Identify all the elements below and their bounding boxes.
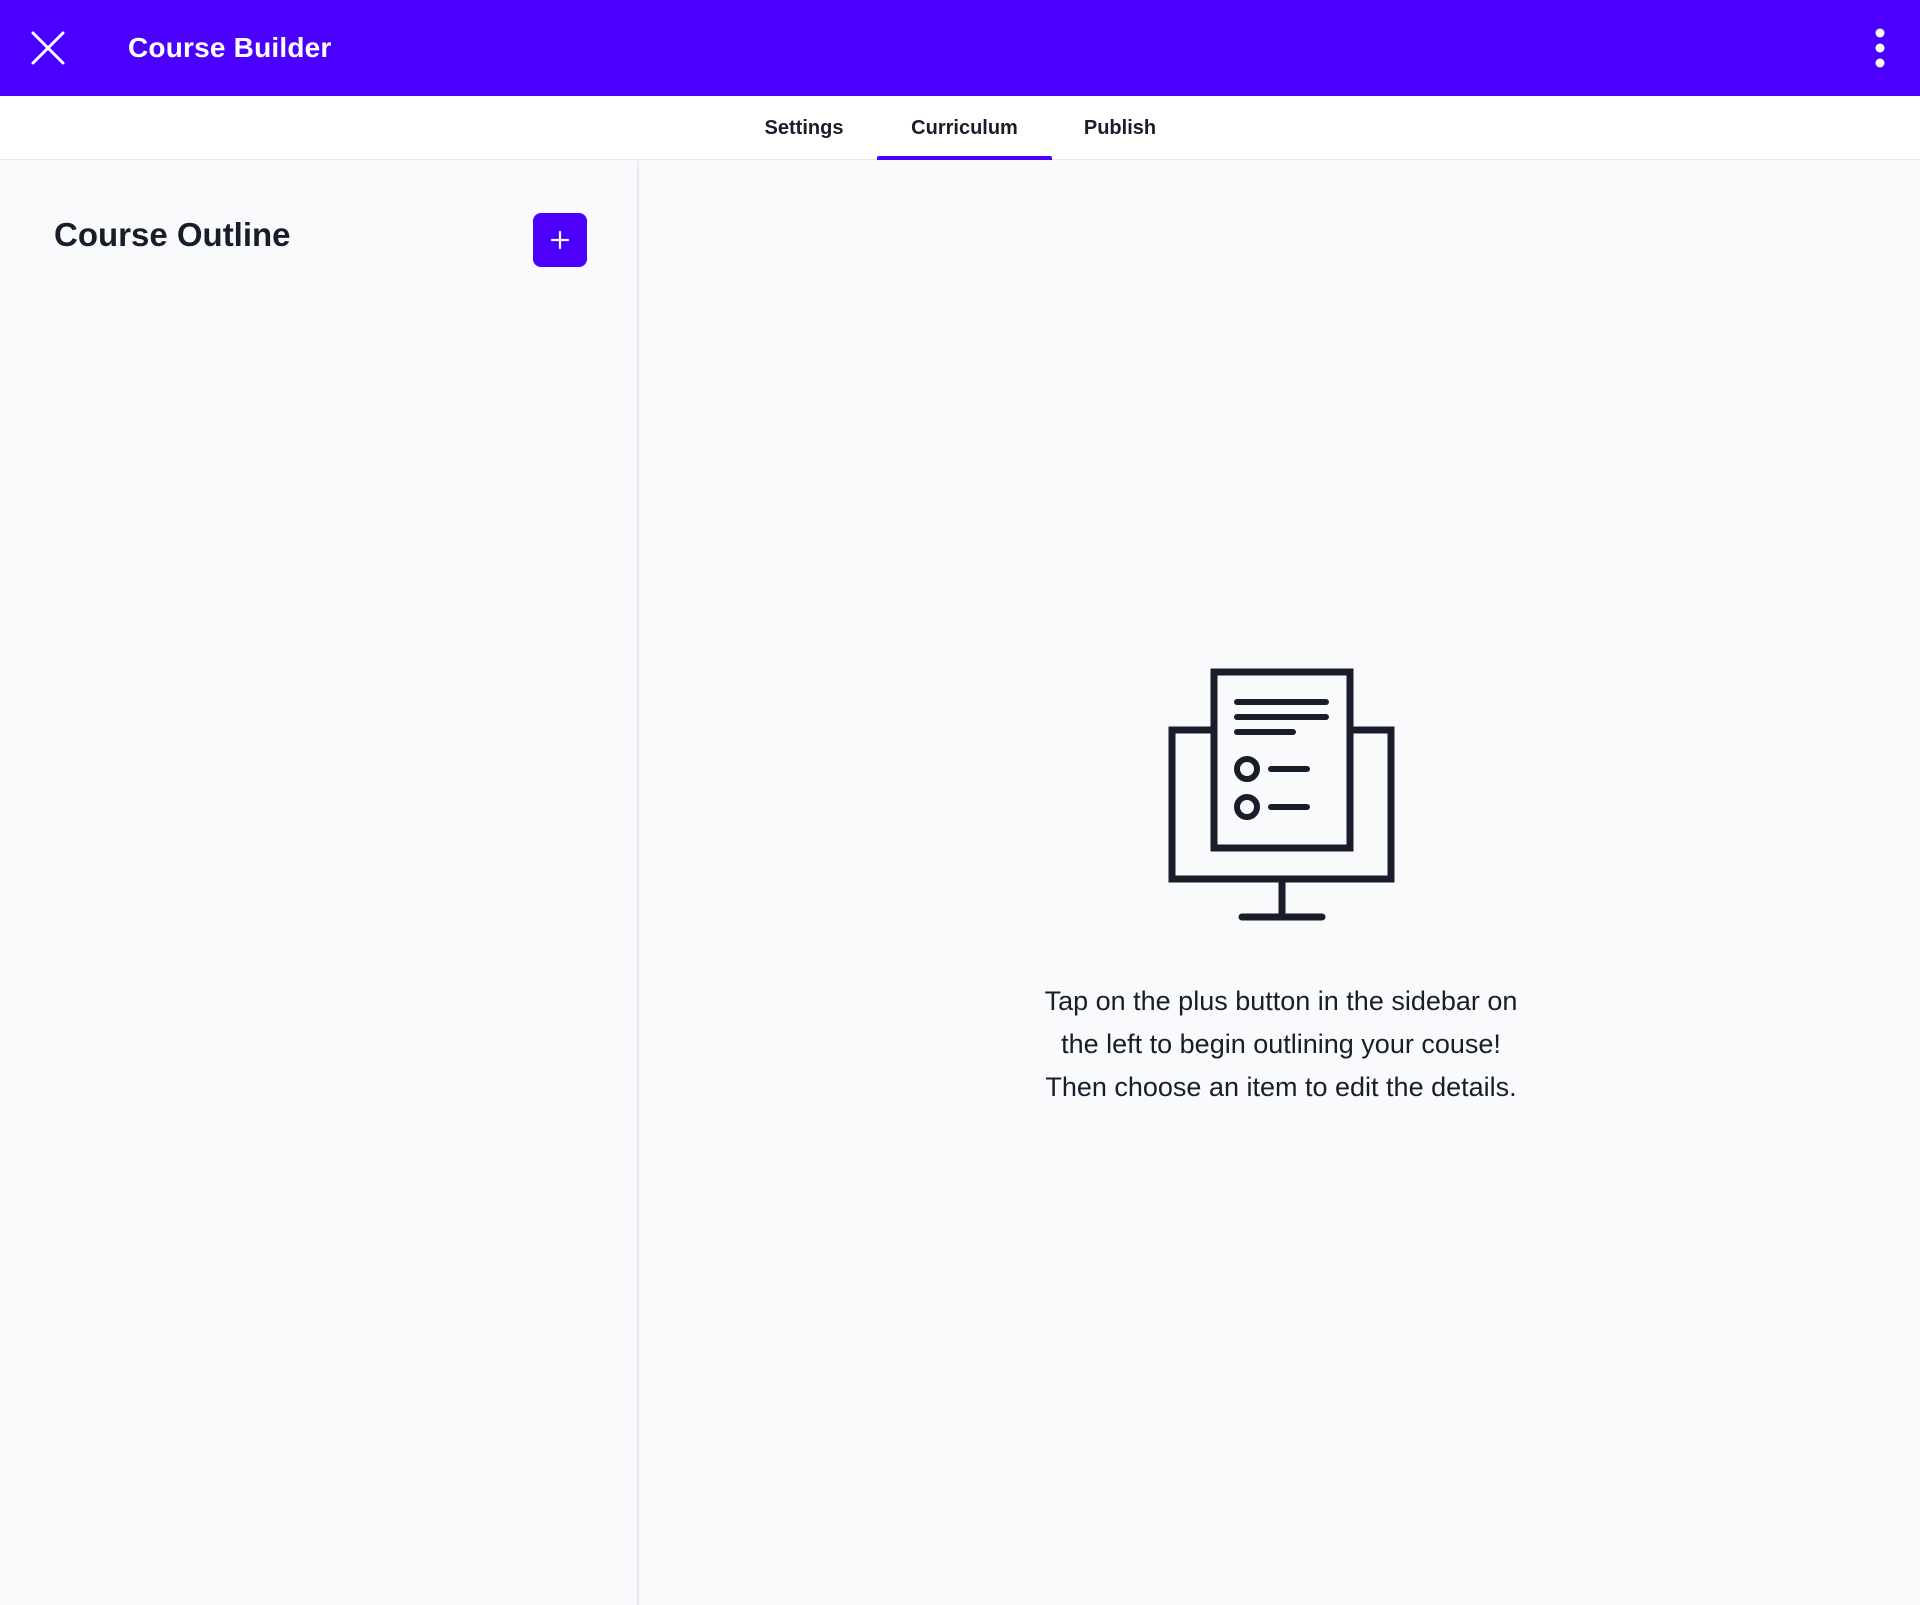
empty-message-line: the left to begin outlining your couse! — [1061, 1029, 1501, 1059]
more-options-button[interactable] — [1854, 22, 1906, 74]
course-outline-sidebar: Course Outline — [0, 161, 639, 1605]
sidebar-title: Course Outline — [54, 216, 291, 253]
app-title: Course Builder — [128, 32, 332, 63]
empty-message-line: Then choose an item to edit the details. — [1045, 1072, 1517, 1102]
tab-publish[interactable]: Publish — [1052, 96, 1188, 160]
empty-state-message: Tap on the plus button in the sidebar on… — [981, 980, 1581, 1109]
empty-message-line: Tap on the plus button in the sidebar on — [1044, 986, 1518, 1016]
app-bar: Course Builder — [0, 0, 1920, 96]
add-outline-item-button[interactable] — [533, 213, 587, 267]
plus-icon — [550, 230, 570, 250]
tab-bar: Settings Curriculum Publish — [0, 96, 1920, 160]
more-vertical-icon — [1875, 28, 1885, 68]
monitor-document-icon — [1168, 668, 1395, 921]
curriculum-editor-panel: Tap on the plus button in the sidebar on… — [641, 161, 1920, 1605]
tab-settings[interactable]: Settings — [730, 96, 878, 160]
tab-curriculum[interactable]: Curriculum — [877, 96, 1052, 160]
close-button[interactable] — [22, 22, 74, 74]
close-icon — [31, 31, 65, 65]
